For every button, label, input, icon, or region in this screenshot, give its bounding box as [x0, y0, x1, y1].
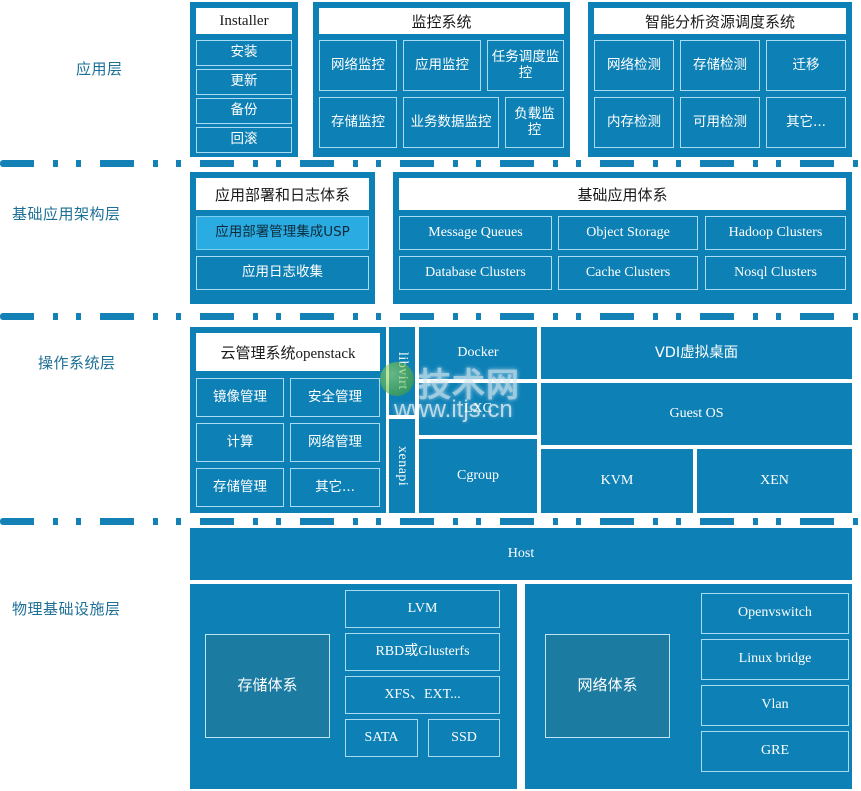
- cell-database-clusters[interactable]: Database Clusters: [399, 256, 552, 290]
- group-title-intelligent-analysis: 智能分析资源调度系统: [594, 8, 846, 34]
- cell-gre[interactable]: GRE: [701, 731, 849, 772]
- cell-xen[interactable]: XEN: [697, 449, 852, 513]
- cell-object-storage[interactable]: Object Storage: [558, 216, 698, 250]
- cell-security-management[interactable]: 安全管理: [290, 378, 380, 417]
- cell-usp-deploy-management[interactable]: 应用部署管理集成USP: [196, 216, 369, 250]
- cell-other-openstack[interactable]: 其它...: [290, 468, 380, 507]
- group-storage-system: 存储体系 LVM RBD或Glusterfs XFS、EXT... SATA S…: [190, 584, 517, 789]
- architecture-diagram: 应用层 Installer 安装 更新 备份 回滚 监控系统 网络监控 应用监控…: [0, 0, 861, 791]
- cell-vlan[interactable]: Vlan: [701, 685, 849, 726]
- group-deploy-and-log: 应用部署和日志体系 应用部署管理集成USP 应用日志收集: [190, 172, 375, 304]
- cell-memory-detection[interactable]: 内存检测: [594, 97, 674, 148]
- cell-cgroup[interactable]: Cgroup: [419, 439, 537, 513]
- cell-host[interactable]: Host: [190, 528, 852, 580]
- cell-xfs-ext[interactable]: XFS、EXT...: [345, 676, 500, 714]
- cell-other-analysis[interactable]: 其它...: [766, 97, 846, 148]
- group-title-base-application-system: 基础应用体系: [399, 178, 846, 210]
- layer-divider-1: [0, 160, 861, 167]
- group-intelligent-analysis: 智能分析资源调度系统 网络检测 存储检测 迁移 内存检测 可用检测 其它...: [588, 2, 852, 157]
- cell-installer-backup[interactable]: 备份: [196, 98, 292, 124]
- cell-lxc[interactable]: LXC: [419, 383, 537, 435]
- cell-availability-detection[interactable]: 可用检测: [680, 97, 760, 148]
- layer-label-physical-infrastructure: 物理基础设施层: [12, 600, 121, 618]
- cell-hadoop-clusters[interactable]: Hadoop Clusters: [705, 216, 846, 250]
- cell-task-scheduling-monitoring[interactable]: 任务调度监控: [487, 40, 564, 91]
- cell-installer-update[interactable]: 更新: [196, 69, 292, 95]
- cell-business-data-monitoring[interactable]: 业务数据监控: [403, 97, 499, 148]
- cell-lvm[interactable]: LVM: [345, 590, 500, 628]
- cell-xenapi[interactable]: xenapi: [389, 419, 415, 513]
- cell-message-queues[interactable]: Message Queues: [399, 216, 552, 250]
- cell-installer-install[interactable]: 安装: [196, 40, 292, 66]
- cell-network-detection[interactable]: 网络检测: [594, 40, 674, 91]
- cell-storage-monitoring[interactable]: 存储监控: [319, 97, 397, 148]
- group-monitoring-system: 监控系统 网络监控 应用监控 任务调度监控 存储监控 业务数据监控 负载监控: [313, 2, 570, 157]
- cell-installer-rollback[interactable]: 回滚: [196, 127, 292, 153]
- cell-openvswitch[interactable]: Openvswitch: [701, 593, 849, 634]
- layer-label-operating-system: 操作系统层: [38, 354, 116, 372]
- cell-libvirt[interactable]: libvirt: [389, 327, 415, 415]
- cell-network-monitoring[interactable]: 网络监控: [319, 40, 397, 91]
- group-title-installer: Installer: [196, 8, 292, 34]
- group-installer: Installer 安装 更新 备份 回滚: [190, 2, 298, 157]
- cell-linux-bridge[interactable]: Linux bridge: [701, 639, 849, 680]
- layer-divider-3: [0, 518, 861, 525]
- group-cloud-management: 云管理系统openstack 镜像管理 安全管理 计算 网络管理 存储管理 其它…: [190, 327, 386, 513]
- layer-label-application: 应用层: [76, 60, 123, 78]
- cell-network-system-title[interactable]: 网络体系: [545, 634, 670, 738]
- layer-label-base-application-architecture: 基础应用架构层: [12, 205, 121, 223]
- group-base-application-system: 基础应用体系 Message Queues Object Storage Had…: [393, 172, 852, 304]
- cell-compute[interactable]: 计算: [196, 423, 284, 462]
- group-title-monitoring-system: 监控系统: [319, 8, 564, 34]
- cell-docker[interactable]: Docker: [419, 327, 537, 379]
- cell-load-monitoring[interactable]: 负载监控: [505, 97, 564, 148]
- cell-application-monitoring[interactable]: 应用监控: [403, 40, 481, 91]
- group-title-cloud-management: 云管理系统openstack: [196, 333, 380, 371]
- group-title-deploy-and-log: 应用部署和日志体系: [196, 178, 369, 210]
- cell-image-management[interactable]: 镜像管理: [196, 378, 284, 417]
- cell-vdi-virtual-desktop[interactable]: VDI虚拟桌面: [541, 327, 852, 379]
- cell-cache-clusters[interactable]: Cache Clusters: [558, 256, 698, 290]
- cell-migration[interactable]: 迁移: [766, 40, 846, 91]
- cell-guest-os[interactable]: Guest OS: [541, 383, 852, 445]
- group-network-system: 网络体系 Openvswitch Linux bridge Vlan GRE: [525, 584, 852, 789]
- cell-rbd-or-glusterfs[interactable]: RBD或Glusterfs: [345, 633, 500, 671]
- cell-sata[interactable]: SATA: [345, 719, 418, 757]
- cell-nosql-clusters[interactable]: Nosql Clusters: [705, 256, 846, 290]
- cell-storage-management[interactable]: 存储管理: [196, 468, 284, 507]
- cell-ssd[interactable]: SSD: [428, 719, 500, 757]
- cell-application-log-collection[interactable]: 应用日志收集: [196, 256, 369, 290]
- cell-network-management[interactable]: 网络管理: [290, 423, 380, 462]
- layer-divider-2: [0, 313, 861, 320]
- cell-storage-detection[interactable]: 存储检测: [680, 40, 760, 91]
- cell-kvm[interactable]: KVM: [541, 449, 693, 513]
- cell-storage-system-title[interactable]: 存储体系: [205, 634, 330, 738]
